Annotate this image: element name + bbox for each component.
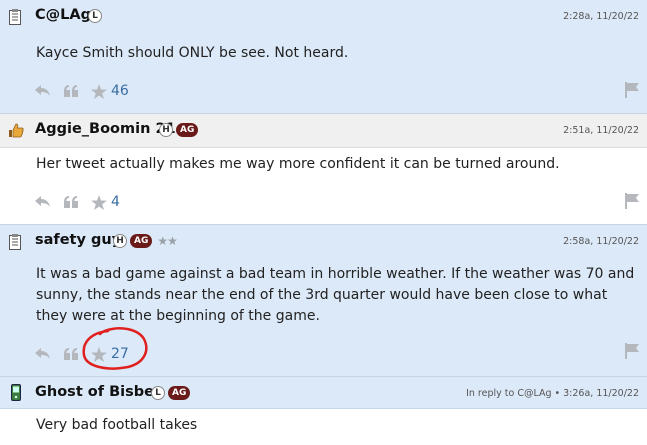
star-count[interactable]: 4 bbox=[111, 194, 120, 210]
license-badge: L bbox=[88, 9, 102, 23]
star-icon[interactable] bbox=[91, 83, 107, 99]
rating-stars: ★★ bbox=[157, 234, 177, 248]
username[interactable]: C@LAg bbox=[35, 7, 91, 23]
post: C@LAg L 2:28a, 11/20/22 Kayce Smith shou… bbox=[0, 0, 647, 114]
quote-icon[interactable] bbox=[63, 347, 79, 361]
user-badges: L AG bbox=[151, 386, 191, 400]
star-count[interactable]: 46 bbox=[111, 83, 129, 99]
post-text: Very bad football takes bbox=[36, 417, 198, 433]
ag-badge: AG bbox=[130, 234, 153, 248]
quote-icon[interactable] bbox=[63, 84, 79, 98]
post-header: Ghost of Bisbee L AG In reply to C@LAg •… bbox=[0, 377, 647, 409]
phone-icon bbox=[9, 384, 23, 401]
quote-icon[interactable] bbox=[63, 195, 79, 209]
timestamp[interactable]: 2:28a, 11/20/22 bbox=[563, 11, 639, 22]
reply-icon[interactable] bbox=[35, 347, 51, 361]
username[interactable]: Aggie_Boomin 21 bbox=[35, 121, 176, 137]
username[interactable]: safety guy bbox=[35, 232, 121, 248]
ag-badge: AG bbox=[176, 123, 199, 137]
red-annotation-circle bbox=[82, 327, 148, 370]
user-badges: H AG bbox=[159, 123, 199, 137]
post-header: Aggie_Boomin 21 H AG 2:51a, 11/20/22 bbox=[0, 114, 647, 148]
ag-badge: AG bbox=[168, 386, 191, 400]
flag-icon[interactable] bbox=[625, 343, 639, 359]
post-text: It was a bad game against a bad team in … bbox=[36, 266, 635, 324]
post-text: Her tweet actually makes me way more con… bbox=[36, 156, 560, 172]
post-actions: 46 bbox=[35, 83, 129, 99]
timestamp[interactable]: 2:51a, 11/20/22 bbox=[563, 125, 639, 136]
license-badge: L bbox=[151, 386, 165, 400]
post-header: safety guy H AG ★★ 2:58a, 11/20/22 bbox=[0, 225, 647, 259]
reply-icon[interactable] bbox=[35, 195, 51, 209]
flag-icon[interactable] bbox=[625, 193, 639, 209]
user-badges: L bbox=[88, 9, 102, 23]
hall-of-fame-badge: H bbox=[159, 123, 173, 137]
post: Aggie_Boomin 21 H AG 2:51a, 11/20/22 Her… bbox=[0, 114, 647, 225]
user-badges: H AG ★★ bbox=[113, 234, 178, 248]
post: Ghost of Bisbee L AG In reply to C@LAg •… bbox=[0, 377, 647, 445]
timestamp[interactable]: 2:58a, 11/20/22 bbox=[563, 236, 639, 247]
hall-of-fame-badge: H bbox=[113, 234, 127, 248]
post-actions: 4 bbox=[35, 194, 120, 210]
notepad-icon bbox=[8, 233, 22, 250]
reply-info-timestamp[interactable]: In reply to C@LAg • 3:26a, 11/20/22 bbox=[466, 388, 639, 399]
username[interactable]: Ghost of Bisbee bbox=[35, 384, 164, 400]
post-header: C@LAg L 2:28a, 11/20/22 bbox=[0, 0, 647, 34]
thumbs-up-icon bbox=[8, 122, 24, 139]
star-icon[interactable] bbox=[91, 194, 107, 210]
post: safety guy H AG ★★ 2:58a, 11/20/22 It wa… bbox=[0, 225, 647, 377]
notepad-icon bbox=[8, 8, 22, 25]
reply-icon[interactable] bbox=[35, 84, 51, 98]
flag-icon[interactable] bbox=[625, 82, 639, 98]
post-text: Kayce Smith should ONLY be see. Not hear… bbox=[36, 45, 349, 61]
